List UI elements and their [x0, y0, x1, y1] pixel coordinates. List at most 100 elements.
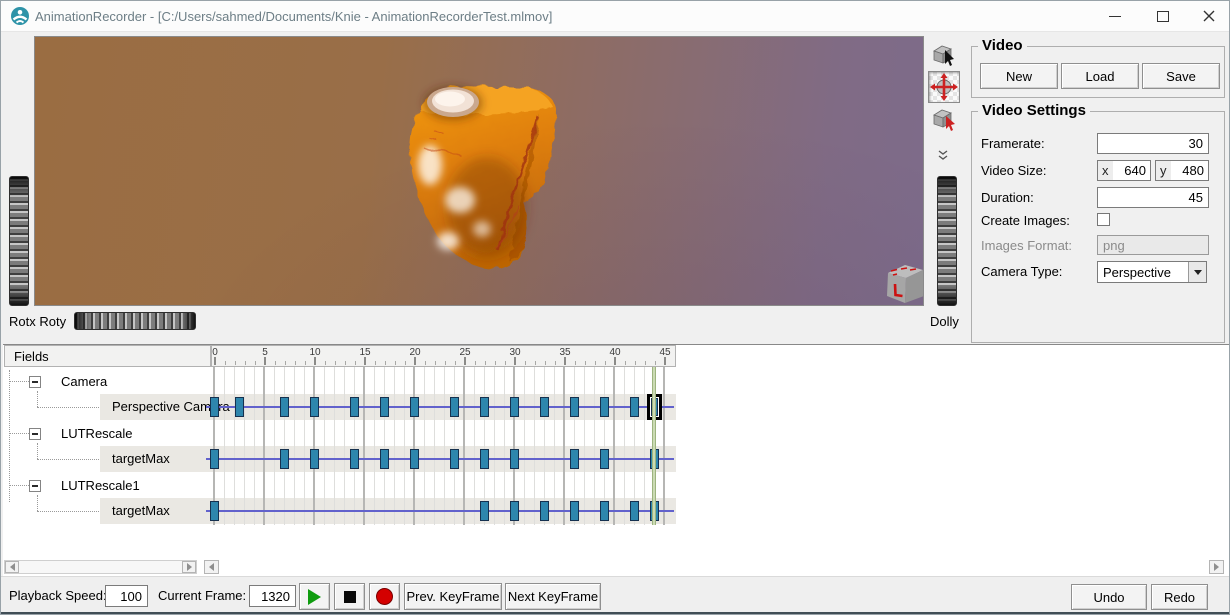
- camera-move-button[interactable]: [928, 71, 960, 103]
- rotx-roty-label: Rotx Roty: [9, 314, 66, 329]
- ruler-tick: [625, 361, 626, 365]
- ruler-tick: [235, 361, 236, 365]
- viewport-3d[interactable]: [34, 36, 924, 306]
- dropdown-button[interactable]: [1188, 262, 1206, 282]
- ruler-tick: [435, 361, 436, 365]
- new-button[interactable]: New: [980, 63, 1058, 89]
- framerate-input[interactable]: [1097, 133, 1209, 154]
- video-size-label: Video Size:: [981, 163, 1047, 178]
- minimize-icon: [1109, 16, 1121, 17]
- maximize-button[interactable]: [1147, 2, 1179, 30]
- ruler-tick: [285, 361, 286, 365]
- collapse-chevron-icon: [937, 149, 949, 163]
- redo-button[interactable]: Redo: [1151, 584, 1208, 610]
- collapse-toolbar-button[interactable]: [937, 149, 949, 166]
- timeline-scroll-right-button[interactable]: [1209, 560, 1224, 574]
- ruler-tick: [614, 357, 616, 365]
- ruler-tick: [314, 357, 316, 365]
- tree-hscrollbar[interactable]: [4, 560, 197, 574]
- ruler-tick: [295, 361, 296, 365]
- camera-type-label: Camera Type:: [981, 264, 1062, 279]
- x-value: 640: [1124, 163, 1150, 178]
- ruler-tick: [635, 361, 636, 365]
- ruler-tick: [325, 361, 326, 365]
- load-button[interactable]: Load: [1061, 63, 1139, 89]
- stop-icon: [344, 591, 356, 603]
- ruler-tick: [364, 357, 366, 365]
- scroll-left-button[interactable]: [5, 561, 19, 573]
- title-bar[interactable]: AnimationRecorder - [C:/Users/sahmed/Doc…: [1, 1, 1229, 32]
- ruler-tick: [225, 361, 226, 365]
- ruler-label: 40: [605, 347, 625, 358]
- camera-type-dropdown[interactable]: Perspective: [1097, 261, 1207, 283]
- transport-bar: Playback Speed: Current Frame: Prev. Key…: [1, 576, 1230, 613]
- ruler-tick: [664, 357, 666, 365]
- camera-type-value: Perspective: [1098, 265, 1171, 280]
- rotx-thumbwheel[interactable]: [9, 176, 29, 306]
- minimize-button[interactable]: [1099, 2, 1131, 30]
- ruler-tick: [305, 361, 306, 365]
- record-button[interactable]: [369, 583, 400, 610]
- ruler-tick: [264, 357, 266, 365]
- ruler-tick: [564, 357, 566, 365]
- ruler-tick: [485, 361, 486, 365]
- ruler-tick: [514, 357, 516, 365]
- object-move-icon: [930, 105, 958, 133]
- ruler-tick: [425, 361, 426, 365]
- examine-mode-icon: [930, 41, 958, 69]
- dolly-thumbwheel[interactable]: [937, 176, 957, 306]
- scroll-right-icon: [187, 563, 192, 571]
- scroll-right-button[interactable]: [182, 561, 196, 573]
- close-icon: [1203, 10, 1215, 22]
- dolly-label: Dolly: [930, 314, 959, 329]
- timeline-ruler[interactable]: 051015202530354045: [211, 345, 676, 367]
- app-window: AnimationRecorder - [C:/Users/sahmed/Doc…: [0, 0, 1230, 615]
- y-value: 480: [1182, 163, 1208, 178]
- duration-input[interactable]: [1097, 187, 1209, 208]
- ruler-tick: [505, 361, 506, 365]
- images-format-label: Images Format:: [981, 238, 1072, 253]
- prev-keyframe-button[interactable]: Prev. KeyFrame: [404, 583, 502, 610]
- create-images-checkbox[interactable]: [1097, 213, 1110, 226]
- ruler-tick: [535, 361, 536, 365]
- ruler-tick: [275, 361, 276, 365]
- object-move-button[interactable]: [928, 103, 960, 135]
- timeline-scroll-left-button[interactable]: [204, 560, 219, 574]
- video-group-title: Video: [978, 37, 1027, 54]
- playback-speed-input[interactable]: [105, 585, 148, 607]
- undo-button[interactable]: Undo: [1071, 584, 1147, 610]
- save-button[interactable]: Save: [1142, 63, 1220, 89]
- timeline-panel: [3, 344, 1229, 576]
- stop-button[interactable]: [334, 583, 365, 610]
- scroll-right-icon: [1214, 563, 1219, 571]
- duration-label: Duration:: [981, 190, 1034, 205]
- video-groupbox: Video New Load Save: [971, 46, 1225, 98]
- ruler-label: 25: [455, 347, 475, 358]
- x-prefix: x: [1098, 161, 1113, 180]
- ruler-tick: [445, 361, 446, 365]
- roty-thumbwheel[interactable]: [74, 312, 196, 330]
- ruler-tick: [655, 361, 656, 365]
- next-keyframe-button[interactable]: Next KeyFrame: [505, 583, 601, 610]
- playback-speed-label: Playback Speed:: [9, 588, 107, 603]
- ruler-tick: [495, 361, 496, 365]
- app-logo-icon: [10, 6, 30, 26]
- ruler-label: 35: [555, 347, 575, 358]
- current-frame-label: Current Frame:: [158, 588, 246, 603]
- ruler-tick: [335, 361, 336, 365]
- fields-header-label: Fields: [14, 349, 49, 364]
- ruler-label: 15: [355, 347, 375, 358]
- framerate-label: Framerate:: [981, 136, 1045, 151]
- current-frame-input[interactable]: [249, 585, 296, 607]
- video-settings-title: Video Settings: [978, 102, 1090, 119]
- play-button[interactable]: [299, 583, 330, 610]
- ruler-tick: [575, 361, 576, 365]
- maximize-icon: [1157, 11, 1169, 22]
- chevron-down-icon: [1194, 270, 1202, 275]
- examine-mode-button[interactable]: [928, 39, 960, 71]
- images-format-input: png: [1097, 235, 1209, 255]
- close-button[interactable]: [1193, 2, 1225, 30]
- video-size-y-input[interactable]: y 480: [1155, 160, 1209, 181]
- ruler-tick: [405, 361, 406, 365]
- video-size-x-input[interactable]: x 640: [1097, 160, 1151, 181]
